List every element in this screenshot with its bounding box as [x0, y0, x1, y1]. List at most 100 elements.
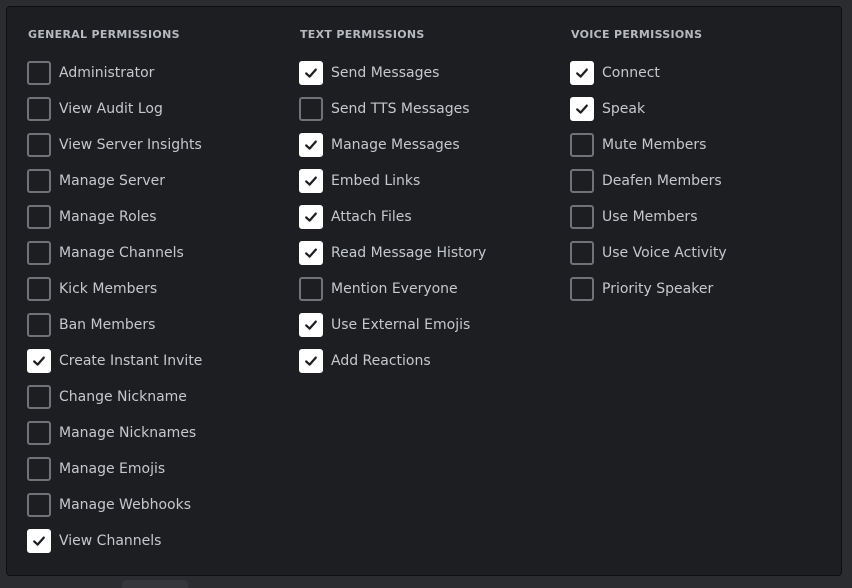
permission-mention-everyone[interactable]: Mention Everyone: [299, 271, 486, 307]
permission-label: Manage Server: [59, 173, 165, 189]
voice-permissions-list: Connect Speak Mute Members Deafen Members Us…: [570, 55, 727, 307]
permission-checkbox[interactable]: [27, 205, 51, 229]
permission-manage-emojis[interactable]: Manage Emojis: [27, 451, 202, 487]
permission-checkbox[interactable]: [570, 97, 594, 121]
checkmark-icon: [576, 104, 588, 114]
permission-administrator[interactable]: Administrator: [27, 55, 202, 91]
checkmark-icon: [576, 68, 588, 78]
permission-label: Kick Members: [59, 281, 158, 297]
permission-label: Mute Members: [602, 137, 707, 153]
permission-use-external-emojis[interactable]: Use External Emojis: [299, 307, 486, 343]
permission-add-reactions[interactable]: Add Reactions: [299, 343, 486, 379]
permission-checkbox[interactable]: [27, 97, 51, 121]
permission-checkbox[interactable]: [570, 61, 594, 85]
permission-label: View Server Insights: [59, 137, 202, 153]
permission-label: Read Message History: [331, 245, 487, 261]
permission-view-channels[interactable]: View Channels: [27, 523, 202, 559]
permission-manage-roles[interactable]: Manage Roles: [27, 199, 202, 235]
permission-checkbox[interactable]: [570, 133, 594, 157]
permission-checkbox[interactable]: [299, 205, 323, 229]
permission-label: Send TTS Messages: [331, 101, 470, 117]
general-permissions-list: Administrator View Audit Log View Server I…: [27, 55, 202, 559]
checkmark-icon: [33, 356, 45, 366]
permission-checkbox[interactable]: [570, 241, 594, 265]
permission-priority-speaker[interactable]: Priority Speaker: [570, 271, 727, 307]
permission-label: Send Messages: [331, 65, 440, 81]
permission-manage-webhooks[interactable]: Manage Webhooks: [27, 487, 202, 523]
text-permissions-title: TEXT PERMISSIONS: [300, 28, 425, 41]
permission-view-audit-log[interactable]: View Audit Log: [27, 91, 202, 127]
permission-checkbox[interactable]: [27, 61, 51, 85]
permission-label: View Channels: [59, 533, 162, 549]
permission-checkbox[interactable]: [27, 241, 51, 265]
general-permissions-title: GENERAL PERMISSIONS: [28, 28, 180, 41]
permission-label: Embed Links: [331, 173, 421, 189]
permission-checkbox[interactable]: [27, 493, 51, 517]
checkmark-icon: [305, 356, 317, 366]
permission-read-message-history[interactable]: Read Message History: [299, 235, 486, 271]
permission-label: Ban Members: [59, 317, 156, 333]
permission-checkbox[interactable]: [27, 421, 51, 445]
permission-label: Add Reactions: [331, 353, 431, 369]
permission-checkbox[interactable]: [27, 529, 51, 553]
permission-label: View Audit Log: [59, 101, 163, 117]
permission-checkbox[interactable]: [299, 133, 323, 157]
scroll-tab[interactable]: [122, 580, 188, 588]
permission-checkbox[interactable]: [299, 277, 323, 301]
permission-create-instant-invite[interactable]: Create Instant Invite: [27, 343, 202, 379]
permission-manage-nicknames[interactable]: Manage Nicknames: [27, 415, 202, 451]
permission-label: Manage Roles: [59, 209, 157, 225]
permission-checkbox[interactable]: [570, 169, 594, 193]
permission-checkbox[interactable]: [570, 277, 594, 301]
permission-use-members[interactable]: Use Members: [570, 199, 727, 235]
permission-label: Administrator: [59, 65, 155, 81]
permission-send-tts-messages[interactable]: Send TTS Messages: [299, 91, 486, 127]
permission-checkbox[interactable]: [299, 97, 323, 121]
permission-manage-channels[interactable]: Manage Channels: [27, 235, 202, 271]
checkmark-icon: [305, 140, 317, 150]
permission-checkbox[interactable]: [27, 457, 51, 481]
permission-ban-members[interactable]: Ban Members: [27, 307, 202, 343]
permission-label: Use External Emojis: [331, 317, 471, 333]
permission-label: Use Voice Activity: [602, 245, 727, 261]
checkmark-icon: [305, 176, 317, 186]
permission-checkbox[interactable]: [570, 205, 594, 229]
permission-deafen-members[interactable]: Deafen Members: [570, 163, 727, 199]
permission-checkbox[interactable]: [27, 313, 51, 337]
permission-checkbox[interactable]: [27, 349, 51, 373]
permission-label: Manage Channels: [59, 245, 184, 261]
permission-manage-messages[interactable]: Manage Messages: [299, 127, 486, 163]
permission-label: Use Members: [602, 209, 698, 225]
permission-manage-server[interactable]: Manage Server: [27, 163, 202, 199]
permission-checkbox[interactable]: [299, 313, 323, 337]
permission-mute-members[interactable]: Mute Members: [570, 127, 727, 163]
permission-speak[interactable]: Speak: [570, 91, 727, 127]
permission-connect[interactable]: Connect: [570, 55, 727, 91]
permission-send-messages[interactable]: Send Messages: [299, 55, 486, 91]
permission-checkbox[interactable]: [299, 241, 323, 265]
permission-checkbox[interactable]: [299, 349, 323, 373]
permission-embed-links[interactable]: Embed Links: [299, 163, 486, 199]
permission-label: Priority Speaker: [602, 281, 714, 297]
permission-change-nickname[interactable]: Change Nickname: [27, 379, 202, 415]
permission-label: Manage Nicknames: [59, 425, 197, 441]
permission-label: Connect: [602, 65, 660, 81]
permission-attach-files[interactable]: Attach Files: [299, 199, 486, 235]
checkmark-icon: [305, 320, 317, 330]
permission-checkbox[interactable]: [299, 169, 323, 193]
permission-label: Speak: [602, 101, 646, 117]
permission-checkbox[interactable]: [299, 61, 323, 85]
permission-label: Attach Files: [331, 209, 412, 225]
permission-checkbox[interactable]: [27, 277, 51, 301]
permission-view-server-insights[interactable]: View Server Insights: [27, 127, 202, 163]
checkmark-icon: [305, 248, 317, 258]
permission-use-voice-activity[interactable]: Use Voice Activity: [570, 235, 727, 271]
permission-label: Change Nickname: [59, 389, 187, 405]
permission-checkbox[interactable]: [27, 385, 51, 409]
permission-checkbox[interactable]: [27, 169, 51, 193]
permission-checkbox[interactable]: [27, 133, 51, 157]
text-permissions-list: Send Messages Send TTS Messages Manage Mes…: [299, 55, 486, 379]
voice-permissions-title: VOICE PERMISSIONS: [571, 28, 703, 41]
permission-kick-members[interactable]: Kick Members: [27, 271, 202, 307]
checkmark-icon: [33, 536, 45, 546]
